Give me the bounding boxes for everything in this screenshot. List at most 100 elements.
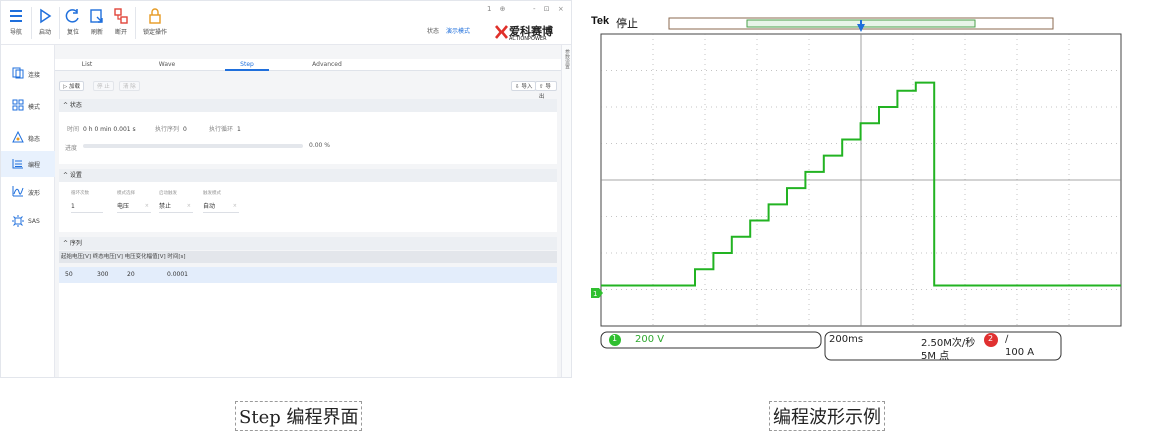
status-section: 时间 0 h 0 min 0.001 s 执行序列 0 执行循环 1 进度 0.00 … xyxy=(59,112,557,164)
lock-button[interactable]: 锁定操作 xyxy=(139,7,171,36)
sidebar-item-label: 稳态 xyxy=(28,136,41,143)
toolbar-divider xyxy=(135,7,136,39)
trigger-mode-select[interactable]: 自动 × xyxy=(203,200,239,213)
sidebar-item-label: SAS xyxy=(28,218,40,225)
ch1-scale: 200 V xyxy=(635,334,665,345)
loop-count-value: 1 xyxy=(71,203,75,210)
window-info[interactable]: 1 ⊕ xyxy=(487,5,509,13)
refresh-icon xyxy=(90,9,103,23)
status-section-header[interactable]: ^ 状态 xyxy=(59,99,557,112)
caption-right: 编程波形示例 xyxy=(769,401,885,431)
record-length: 5M 点 xyxy=(921,351,950,362)
sidebar: 连接 模式 稳态 编程 波形 SAS xyxy=(1,45,55,377)
list-icon xyxy=(12,159,23,169)
status-mode: 演示模式 xyxy=(445,28,470,35)
disconnect-button[interactable]: 断开 xyxy=(109,7,133,36)
reset-button[interactable]: 复位 xyxy=(61,7,85,36)
seq-value: 0 xyxy=(183,126,187,133)
clear-button[interactable]: 清 除 xyxy=(119,81,140,91)
grid-icon xyxy=(12,99,24,111)
tab-bar: List Wave Step Advanced xyxy=(55,59,561,71)
status-label: 状态 xyxy=(427,28,440,35)
start-trigger-select[interactable]: 禁止 × xyxy=(159,200,193,213)
wave-icon xyxy=(12,186,24,197)
ch2-badge-label: 2 xyxy=(988,334,994,343)
export-button[interactable]: ⇧ 导出 xyxy=(535,81,557,100)
settings-section: 循环次数 1 模式选择 电压 × 启动触发 禁止 × 触发模式 自动 × xyxy=(59,182,557,232)
clear-icon[interactable]: × xyxy=(187,200,191,213)
play-icon xyxy=(40,8,52,24)
column-header: 起始电压[V] 终态电压[V] 电压变化幅值[V] 时间[s] xyxy=(61,254,186,260)
oscilloscope-capture: 1 Tek 停止 1 200 V 200ms 2.50M次/秒 5M 点 2 ∕… xyxy=(591,10,1135,378)
load-button[interactable]: ▷ 加载 xyxy=(59,81,84,91)
sequence-table-header: 起始电压[V] 终态电压[V] 电压变化幅值[V] 时间[s] xyxy=(59,251,557,263)
lock-icon xyxy=(149,8,161,24)
progress-label: 进度 xyxy=(65,145,78,152)
import-button[interactable]: ⇩ 导入 xyxy=(511,81,537,91)
table-row[interactable]: 50 300 20 0.0001 xyxy=(59,267,557,283)
sidebar-item-program[interactable]: 编程 xyxy=(1,151,55,177)
scope-run-state: 停止 xyxy=(616,17,638,30)
trigger-level: 100 A xyxy=(1005,347,1035,358)
nav-button[interactable]: 导航 xyxy=(4,7,28,36)
time-readout: 时间 0 h 0 min 0.001 s xyxy=(67,124,136,133)
logo-en: ACTIONPOWER xyxy=(509,36,547,42)
mode-select-label: 模式选择 xyxy=(117,191,135,196)
stop-button[interactable]: 停 止 xyxy=(93,81,114,91)
sidebar-item-label: 波形 xyxy=(28,190,41,197)
start-button[interactable]: 启动 xyxy=(33,7,57,36)
mode-select-value: 电压 xyxy=(117,203,130,210)
logo-mark-icon xyxy=(495,25,508,39)
sequence-readout: 执行序列 0 xyxy=(155,124,187,133)
lock-label: 锁定操作 xyxy=(142,29,167,36)
tab-advanced[interactable]: Advanced xyxy=(297,61,357,68)
mode-select[interactable]: 电压 × xyxy=(117,200,151,213)
cell-start-voltage: 50 xyxy=(65,271,73,278)
action-bar: ▷ 加载 停 止 清 除 ⇩ 导入 ⇧ 导出 xyxy=(59,81,557,100)
reset-label: 复位 xyxy=(66,29,79,36)
parameter-side-label: 参数设置 xyxy=(564,49,570,69)
sequence-section-header[interactable]: ^ 序列 xyxy=(59,237,557,250)
cell-end-voltage: 300 xyxy=(97,271,109,278)
clear-icon[interactable]: × xyxy=(145,200,149,213)
tab-wave[interactable]: Wave xyxy=(137,61,197,68)
time-value: 0 h 0 min 0.001 s xyxy=(83,126,136,133)
tab-step[interactable]: Step xyxy=(217,61,277,71)
sidebar-item-mode[interactable]: 模式 xyxy=(1,93,55,119)
disconnect-label: 断开 xyxy=(114,29,127,36)
reset-icon xyxy=(65,9,79,23)
nav-label: 导航 xyxy=(9,29,22,36)
ch1-info-box xyxy=(600,331,822,349)
sidebar-item-connect[interactable]: 连接 xyxy=(1,61,55,87)
menu-icon xyxy=(10,10,22,22)
loop-count-input[interactable]: 1 xyxy=(71,200,103,213)
sidebar-item-label: 模式 xyxy=(28,104,41,111)
seq-label: 执行序列 xyxy=(155,126,180,133)
sequence-table-body xyxy=(59,283,557,377)
sidebar-item-wave[interactable]: 波形 xyxy=(1,179,55,205)
loop-count-label: 循环次数 xyxy=(71,191,89,196)
parameter-side-tab[interactable]: 参数设置 xyxy=(561,45,571,377)
connect-icon xyxy=(12,67,24,79)
sidebar-item-sas[interactable]: SAS xyxy=(1,209,55,235)
refresh-label: 刷新 xyxy=(90,29,103,36)
trigger-mode-value: 自动 xyxy=(203,203,216,210)
settings-section-header[interactable]: ^ 设置 xyxy=(59,169,557,182)
window-controls[interactable]: - ⊡ × xyxy=(533,5,567,13)
refresh-button[interactable]: 刷新 xyxy=(85,7,109,36)
sidebar-item-label: 连接 xyxy=(28,72,41,79)
loop-label: 执行循环 xyxy=(209,126,234,133)
ch1-ground-marker-label: 1 xyxy=(593,290,597,298)
clear-icon[interactable]: × xyxy=(233,200,237,213)
progress-value: 0.00 % xyxy=(309,142,330,149)
trigger-slope: ∕ xyxy=(1005,334,1009,345)
toolbar-divider xyxy=(59,7,60,39)
loop-readout: 执行循环 1 xyxy=(209,124,241,133)
tab-list[interactable]: List xyxy=(57,61,117,68)
scope-screen: 1 xyxy=(591,17,1122,361)
disconnect-icon xyxy=(114,8,128,24)
loop-value: 1 xyxy=(237,126,241,133)
progress-bar xyxy=(83,144,303,148)
sidebar-item-steady[interactable]: 稳态 xyxy=(1,125,55,151)
start-trigger-value: 禁止 xyxy=(159,203,172,210)
